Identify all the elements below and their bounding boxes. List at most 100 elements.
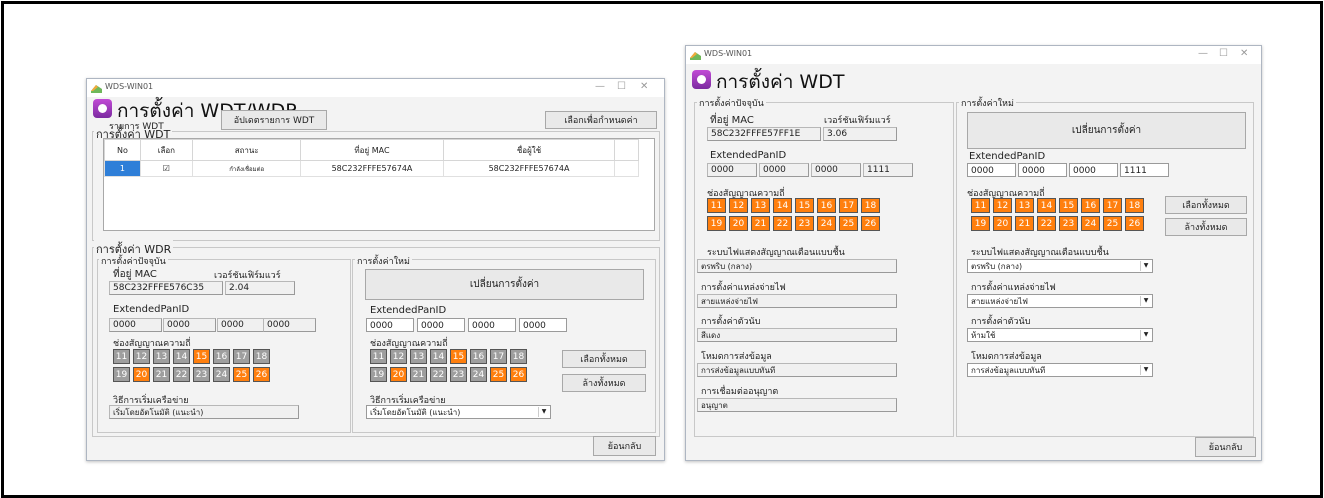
epid-input-1[interactable]: 0000 (366, 318, 414, 332)
channel-13-box[interactable]: 13 (410, 349, 427, 364)
channel-24-box: 24 (817, 216, 836, 231)
start-method-select[interactable]: เริ่มโดยอัตโนมัติ (แนะนำ) ▼ (366, 405, 551, 419)
back-button[interactable]: ย้อนกลับ (593, 436, 656, 456)
channel-20-box[interactable]: 20 (993, 216, 1012, 231)
app-icon (690, 52, 701, 60)
channel-13-box: 13 (751, 198, 770, 213)
channel-12-box[interactable]: 12 (993, 198, 1012, 213)
minimize-button[interactable]: — (595, 81, 605, 92)
close-button[interactable]: ✕ (1240, 48, 1248, 59)
channel-22-box[interactable]: 22 (1037, 216, 1056, 231)
epid-input-1[interactable]: 0000 (967, 163, 1016, 177)
channel-21-box[interactable]: 21 (410, 367, 427, 382)
send-mode-label: โหมดการส่งข้อมูล (701, 352, 772, 362)
close-button[interactable]: ✕ (640, 81, 648, 92)
epid-input-2[interactable]: 0000 (1018, 163, 1067, 177)
epid-input-2[interactable]: 0000 (417, 318, 465, 332)
channel-14-box[interactable]: 14 (1037, 198, 1056, 213)
channel-16-box[interactable]: 16 (1081, 198, 1100, 213)
led-value: ตรพริบ (กลาง) (697, 259, 897, 273)
chevron-down-icon: ▼ (1140, 296, 1151, 306)
maximize-button[interactable]: ☐ (617, 81, 626, 92)
firmware-value: 2.04 (225, 281, 295, 295)
col-status[interactable]: สถานะ (191, 139, 302, 161)
maximize-button[interactable]: ☐ (1219, 48, 1228, 59)
minimize-button[interactable]: — (1198, 48, 1208, 59)
channel-25-box[interactable]: 25 (1103, 216, 1122, 231)
row-checkbox[interactable]: ☑ (139, 160, 193, 177)
title-bar: WDS-WIN01 — ☐ ✕ (87, 79, 664, 97)
select-all-button[interactable]: เลือกทั้งหมด (562, 350, 646, 368)
power-selected: สายแหล่งจ่ายไฟ (971, 297, 1028, 306)
channel-12-box[interactable]: 12 (390, 349, 407, 364)
channel-25-box[interactable]: 25 (490, 367, 507, 382)
channel-26-box: 26 (861, 216, 880, 231)
channel-20-box: 20 (729, 216, 748, 231)
epid-input-4[interactable]: 1111 (1120, 163, 1169, 177)
change-settings-button[interactable]: เปลี่ยนการตั้งค่า (365, 269, 644, 300)
col-no[interactable]: No (104, 139, 141, 161)
counter-select[interactable]: ห้ามใช้ ▼ (967, 328, 1153, 342)
channel-26-box[interactable]: 26 (1125, 216, 1144, 231)
counter-label: การตั้งค่าตัวนับ (701, 317, 761, 327)
channel-18-box[interactable]: 18 (1125, 198, 1144, 213)
clear-all-button[interactable]: ล้างทั้งหมด (1165, 218, 1247, 236)
settings-gear-icon (93, 99, 112, 118)
epid-field-3: 0000 (811, 163, 861, 177)
channel-26-box[interactable]: 26 (510, 367, 527, 382)
chevron-down-icon: ▼ (1140, 330, 1151, 340)
channel-24-box[interactable]: 24 (470, 367, 487, 382)
table-row[interactable]: 1 ☑ กำลังเชื่อมต่อ 58C232FFFE57674A 58C2… (104, 160, 639, 177)
channel-19-box[interactable]: 19 (971, 216, 990, 231)
channel-23-box[interactable]: 23 (450, 367, 467, 382)
channel-21-box[interactable]: 21 (1015, 216, 1034, 231)
chevron-down-icon: ▼ (538, 407, 549, 417)
new-channel-grid: 11 12 13 14 15 16 17 18 19 20 21 22 23 24 25 26 (370, 349, 527, 382)
led-select[interactable]: ตรพริบ (กลาง) ▼ (967, 259, 1153, 273)
channel-18-box: 18 (253, 349, 270, 364)
power-value: สายแหล่งจ่ายไฟ (697, 294, 897, 308)
channel-20-box[interactable]: 20 (390, 367, 407, 382)
extended-panid-label: ExtendedPanID (113, 304, 190, 315)
channel-16-box[interactable]: 16 (470, 349, 487, 364)
connection-value: อนุญาต (697, 398, 897, 412)
channel-22-box[interactable]: 22 (430, 367, 447, 382)
title-bar: WDS-WIN01 — ☐ ✕ (686, 46, 1261, 64)
update-wdt-list-button[interactable]: อัปเดตรายการ WDT (221, 110, 327, 130)
channel-21-box: 21 (751, 216, 770, 231)
current-channel-grid: 11 12 13 14 15 16 17 18 19 20 21 22 23 24 25 26 (113, 349, 270, 382)
extended-panid-label: ExtendedPanID (370, 305, 447, 316)
channel-11-box[interactable]: 11 (370, 349, 387, 364)
cell-extra (614, 160, 639, 177)
channel-18-box[interactable]: 18 (510, 349, 527, 364)
channel-14-box[interactable]: 14 (430, 349, 447, 364)
channel-11-box[interactable]: 11 (971, 198, 990, 213)
extended-panid-label: ExtendedPanID (969, 151, 1046, 162)
change-settings-button[interactable]: เปลี่ยนการตั้งค่า (967, 112, 1246, 149)
col-username[interactable]: ชื่อผู้ใช้ (442, 139, 616, 161)
channel-17-box[interactable]: 17 (1103, 198, 1122, 213)
epid-input-3[interactable]: 0000 (468, 318, 516, 332)
epid-input-4[interactable]: 0000 (519, 318, 567, 332)
col-mac[interactable]: ที่อยู่ MAC (300, 139, 444, 161)
epid-input-3[interactable]: 0000 (1069, 163, 1118, 177)
channel-17-box[interactable]: 17 (490, 349, 507, 364)
channel-13-box[interactable]: 13 (1015, 198, 1034, 213)
wdt-table: No เลือก สถานะ ที่อยู่ MAC ชื่อผู้ใช้ 1 … (103, 138, 655, 231)
channel-15-box[interactable]: 15 (450, 349, 467, 364)
channel-23-box: 23 (193, 367, 210, 382)
select-all-button[interactable]: เลือกทั้งหมด (1165, 196, 1247, 214)
wdt-settings-window: WDS-WIN01 — ☐ ✕ การตั้งค่า WDT การตั้งค่… (685, 45, 1262, 461)
col-select[interactable]: เลือก (139, 139, 193, 161)
back-button[interactable]: ย้อนกลับ (1195, 437, 1256, 457)
channel-12-box: 12 (133, 349, 150, 364)
channel-23-box[interactable]: 23 (1059, 216, 1078, 231)
clear-all-button[interactable]: ล้างทั้งหมด (562, 374, 646, 392)
send-mode-select[interactable]: การส่งข้อมูลแบบทันที ▼ (967, 363, 1153, 377)
power-select[interactable]: สายแหล่งจ่ายไฟ ▼ (967, 294, 1153, 308)
channel-24-box[interactable]: 24 (1081, 216, 1100, 231)
channel-15-box[interactable]: 15 (1059, 198, 1078, 213)
select-to-configure-button[interactable]: เลือกเพื่อกำหนดค่า (545, 111, 657, 129)
channel-19-box[interactable]: 19 (370, 367, 387, 382)
current-settings-label: การตั้งค่าปัจจุบัน (99, 254, 168, 268)
